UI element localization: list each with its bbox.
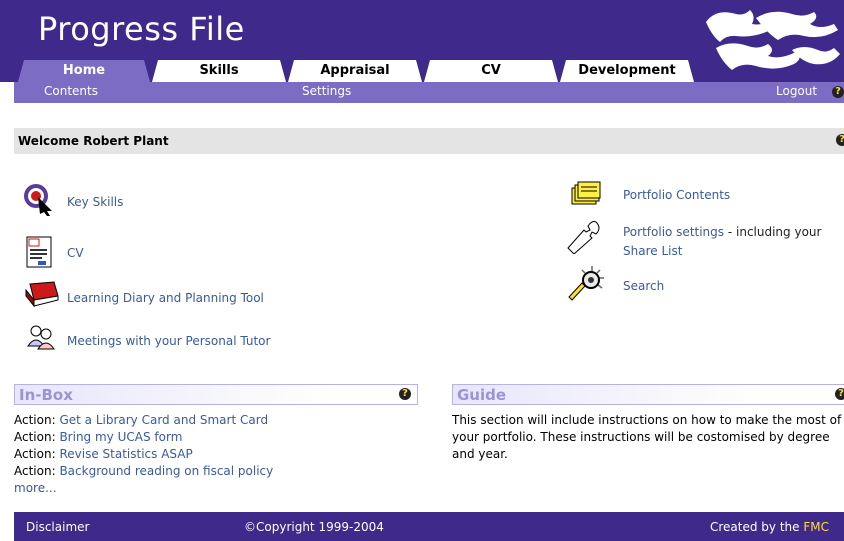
logout-link[interactable]: Logout [776,84,817,98]
inbox-list: Action: Get a Library Card and Smart Car… [14,412,424,497]
guide-title: Guide [457,386,507,404]
red-book-icon [25,281,59,308]
portfolio-settings-link[interactable]: Portfolio settings [623,225,724,239]
welcome-heading: Welcome Robert Plant [18,134,169,148]
help-icon[interactable]: ? [832,86,844,98]
tab-home[interactable]: Home [18,60,150,82]
sub-navigation: Contents Settings Logout ? [14,82,844,103]
tab-skills[interactable]: Skills [152,60,286,82]
header-bar: Progress File Home Skills Appraisal CV D… [0,0,844,82]
more-link[interactable]: more... [14,481,57,495]
contents-link[interactable]: Contents [44,84,98,98]
lions-crest-logo [706,10,840,70]
inbox-action-link[interactable]: Get a Library Card and Smart Card [59,413,268,427]
inbox-title: In-Box [19,386,73,404]
guide-header: Guide ? [452,384,844,405]
help-icon[interactable]: ? [399,388,411,400]
share-list-link[interactable]: Share List [623,244,682,258]
inbox-action-link[interactable]: Bring my UCAS form [59,430,182,444]
help-icon[interactable]: ? [836,134,844,146]
tab-cv[interactable]: CV [424,60,558,82]
cv-link[interactable]: CV [67,246,84,260]
settings-description: - including your [724,225,822,239]
tab-appraisal[interactable]: Appraisal [288,60,422,82]
list-item: Action: Get a Library Card and Smart Car… [14,413,269,427]
inbox-header: In-Box ? [14,384,418,405]
disclaimer-link[interactable]: Disclaimer [26,520,89,534]
magnifier-search-icon [568,266,604,301]
app-title: Progress File [38,10,245,48]
list-item: Action: Revise Statistics ASAP [14,447,193,461]
list-item: Action: Bring my UCAS form [14,430,183,444]
list-item: Action: Background reading on fiscal pol… [14,464,274,478]
target-cursor-icon [24,184,52,216]
inbox-action-link[interactable]: Background reading on fiscal policy [59,464,273,478]
learning-diary-link[interactable]: Learning Diary and Planning Tool [67,291,264,305]
inbox-action-link[interactable]: Revise Statistics ASAP [59,447,192,461]
portfolio-contents-link[interactable]: Portfolio Contents [623,188,730,202]
help-icon[interactable]: ? [835,388,844,400]
copyright-text: ©Copyright 1999-2004 [244,520,384,534]
tab-development[interactable]: Development [560,60,694,82]
created-by-text: Created by the FMC [710,520,829,534]
welcome-bar: Welcome Robert Plant ? [14,128,844,154]
key-skills-link[interactable]: Key Skills [67,195,123,209]
people-icon [27,325,55,350]
cv-document-icon [26,236,52,268]
guide-text: This section will include instructions o… [452,413,842,461]
wrench-icon [567,221,600,254]
search-link[interactable]: Search [623,279,664,293]
settings-link[interactable]: Settings [302,84,351,98]
footer: Disclaimer ©Copyright 1999-2004 Created … [14,512,844,541]
fmc-link[interactable]: FMC [803,520,829,534]
meetings-tutor-link[interactable]: Meetings with your Personal Tutor [67,334,270,348]
portfolio-folders-icon [571,181,601,205]
